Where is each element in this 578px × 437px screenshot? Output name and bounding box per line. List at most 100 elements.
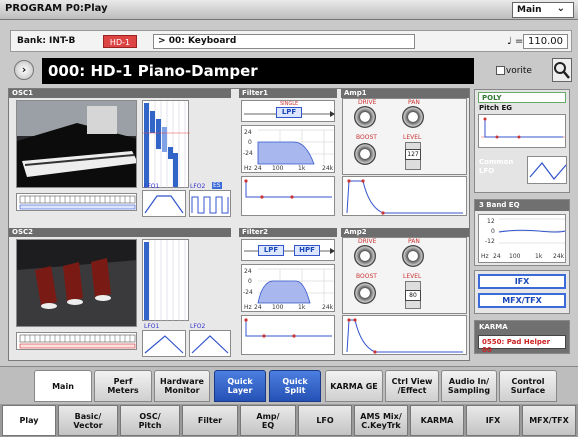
tab-perf-meters[interactable]: Perf Meters bbox=[94, 370, 152, 402]
tab-karma-ge[interactable]: KARMA GE bbox=[325, 370, 383, 402]
page-title: PROGRAM P0:Play bbox=[5, 3, 108, 14]
quick-layer-button[interactable]: Quick Layer bbox=[214, 370, 266, 402]
karma-title: KARMA bbox=[479, 323, 508, 331]
amp2-level-slider[interactable]: 80 bbox=[405, 281, 421, 309]
filter2-lpf-button[interactable]: LPF bbox=[258, 245, 284, 256]
favorite-checkbox[interactable]: Favorite bbox=[496, 66, 532, 76]
amp2-level-label: LEVEL bbox=[403, 273, 422, 280]
mfx-tfx-button[interactable]: MFX/TFX bbox=[478, 293, 566, 308]
karma-panel[interactable]: KARMA 0550: Pad Helper 00 bbox=[474, 320, 570, 354]
amp2-drive-label: DRIVE bbox=[358, 238, 377, 245]
osc2-header[interactable]: OSC2 bbox=[9, 228, 231, 237]
filter2-eg-graph[interactable] bbox=[241, 315, 335, 355]
eq-panel[interactable]: 3 Band EQ 12 0 -12 Hz 24 100 1k 24k bbox=[474, 199, 570, 266]
filter1-x-tick-24: 24 bbox=[254, 165, 262, 172]
amp2-pan-knob[interactable] bbox=[402, 245, 424, 267]
eq-title: 3 Band EQ bbox=[475, 200, 569, 211]
filter2-x-tick-1k: 1k bbox=[298, 304, 306, 311]
osc2-piano-image[interactable] bbox=[16, 239, 137, 327]
tab-audio-in-sampling[interactable]: Audio In/ Sampling bbox=[441, 370, 497, 402]
filter2-hpf-button[interactable]: HPF bbox=[294, 245, 320, 256]
eq-x-tick-24k: 24k bbox=[553, 253, 565, 260]
tab-ifx[interactable]: IFX bbox=[466, 405, 520, 436]
tab-lfo[interactable]: LFO bbox=[298, 405, 352, 436]
tab-ctrl-view-effect[interactable]: Ctrl View /Effect bbox=[385, 370, 439, 402]
amp1-pan-knob[interactable] bbox=[402, 106, 424, 128]
page-tab-bar: Main Perf Meters Hardware Monitor Quick … bbox=[0, 366, 578, 404]
osc1-header[interactable]: OSC1 bbox=[9, 89, 231, 98]
quick-split-button[interactable]: Quick Split bbox=[269, 370, 321, 402]
category-value: 00: Keyboard bbox=[168, 36, 237, 46]
osc2-lfo2-graph[interactable] bbox=[189, 330, 231, 357]
amp1-boost-label: BOOST bbox=[356, 134, 377, 141]
tab-ams-mix-ckeytrk[interactable]: AMS Mix/ C.KeyTrk bbox=[354, 405, 408, 436]
tab-filter[interactable]: Filter bbox=[182, 405, 238, 436]
filter1-header[interactable]: Filter1 bbox=[239, 89, 337, 98]
tab-amp-eq[interactable]: Amp/ EQ bbox=[240, 405, 296, 436]
eq-graph[interactable]: 12 0 -12 Hz 24 100 1k 24k bbox=[478, 214, 566, 263]
eq-x-tick-1k: 1k bbox=[535, 253, 543, 260]
amp1-level-label: LEVEL bbox=[403, 134, 422, 141]
filter2-title: Filter2 bbox=[242, 228, 268, 236]
tab-mfx-tfx[interactable]: MFX/TFX bbox=[522, 405, 576, 436]
tab-karma[interactable]: KARMA bbox=[410, 405, 464, 436]
filter1-lpf-button[interactable]: LPF bbox=[276, 107, 302, 118]
amp1-boost-knob[interactable] bbox=[354, 143, 376, 165]
tab-control-surface[interactable]: Control Surface bbox=[499, 370, 557, 402]
filter1-type-routing[interactable]: SINGLE LPF bbox=[241, 100, 335, 122]
filter2-x-tick-24: 24 bbox=[254, 304, 262, 311]
osc1-lfo2-badge: ES bbox=[212, 182, 222, 189]
amp2-header[interactable]: Amp2 bbox=[341, 228, 469, 237]
search-button[interactable] bbox=[552, 58, 572, 82]
page-menu-select[interactable]: Main ⌄ bbox=[512, 2, 574, 18]
osc2-title: OSC2 bbox=[12, 228, 33, 236]
tab-basic-vector[interactable]: Basic/ Vector bbox=[58, 405, 118, 436]
amp1-title: Amp1 bbox=[344, 89, 367, 97]
filter1-response-graph[interactable]: 24 0 -24 Hz 24 100 1k 24k bbox=[241, 125, 335, 173]
tab-hardware-monitor[interactable]: Hardware Monitor bbox=[154, 370, 210, 402]
karma-gep-field[interactable]: 0550: Pad Helper 00 bbox=[478, 335, 566, 354]
eq-hz-unit: Hz bbox=[481, 253, 489, 260]
amp1-level-slider[interactable]: 127 bbox=[405, 142, 421, 170]
checkbox-icon bbox=[496, 66, 505, 75]
osc1-lfo1-graph[interactable] bbox=[142, 190, 186, 217]
poly-badge[interactable]: POLY bbox=[478, 92, 566, 103]
program-select-arrow-icon[interactable]: › bbox=[14, 60, 34, 80]
tempo-field[interactable]: 110.00 bbox=[523, 34, 568, 49]
bank-label[interactable]: Bank: INT-B bbox=[17, 36, 75, 46]
osc1-key-zone[interactable] bbox=[16, 193, 137, 211]
filter2-type-routing[interactable]: LPF HPF bbox=[241, 239, 335, 261]
filter2-header[interactable]: Filter2 bbox=[239, 228, 337, 237]
osc1-velocity-map[interactable] bbox=[142, 100, 190, 189]
category-select[interactable]: > 00: Keyboard bbox=[153, 34, 415, 49]
common-lfo-graph[interactable] bbox=[527, 156, 567, 184]
osc2-lfo1-graph[interactable] bbox=[142, 330, 186, 357]
amp2-eg-graph[interactable] bbox=[342, 315, 467, 355]
amp1-level-value: 127 bbox=[405, 149, 421, 160]
osc1-lfo2-graph[interactable] bbox=[189, 190, 231, 217]
pitch-eg-graph[interactable] bbox=[478, 114, 566, 148]
tab-play[interactable]: Play bbox=[2, 405, 56, 436]
tab-osc-pitch[interactable]: OSC/ Pitch bbox=[120, 405, 180, 436]
program-name-field[interactable]: 000: HD-1 Piano-Damper bbox=[42, 58, 474, 84]
category-arrow-icon: > bbox=[158, 36, 169, 46]
ifx-button[interactable]: IFX bbox=[478, 274, 566, 289]
amp1-pan-label: PAN bbox=[408, 99, 420, 106]
amp2-drive-knob[interactable] bbox=[354, 245, 376, 267]
chevron-down-icon: ⌄ bbox=[556, 3, 565, 14]
filter2-response-graph[interactable]: 24 0 -24 Hz 24 100 1k 24k bbox=[241, 264, 335, 312]
amp1-eg-graph[interactable] bbox=[342, 176, 467, 216]
osc1-lfo1-label: LFO1 bbox=[144, 183, 160, 190]
osc2-velocity-map[interactable] bbox=[142, 239, 189, 322]
filter1-x-tick-1k: 1k bbox=[298, 165, 306, 172]
eq-x-tick-100: 100 bbox=[509, 253, 521, 260]
pitch-eg-panel[interactable]: POLY Pitch EG Common LFO bbox=[474, 89, 570, 193]
filter1-eg-graph[interactable] bbox=[241, 176, 335, 216]
amp1-header[interactable]: Amp1 bbox=[341, 89, 469, 98]
amp1-drive-knob[interactable] bbox=[354, 106, 376, 128]
amp2-boost-knob[interactable] bbox=[354, 282, 376, 304]
tab-main[interactable]: Main bbox=[34, 370, 92, 402]
osc1-piano-image[interactable] bbox=[16, 100, 137, 188]
osc2-key-zone[interactable] bbox=[16, 332, 137, 350]
pitch-eg-label: Pitch EG bbox=[479, 104, 512, 112]
